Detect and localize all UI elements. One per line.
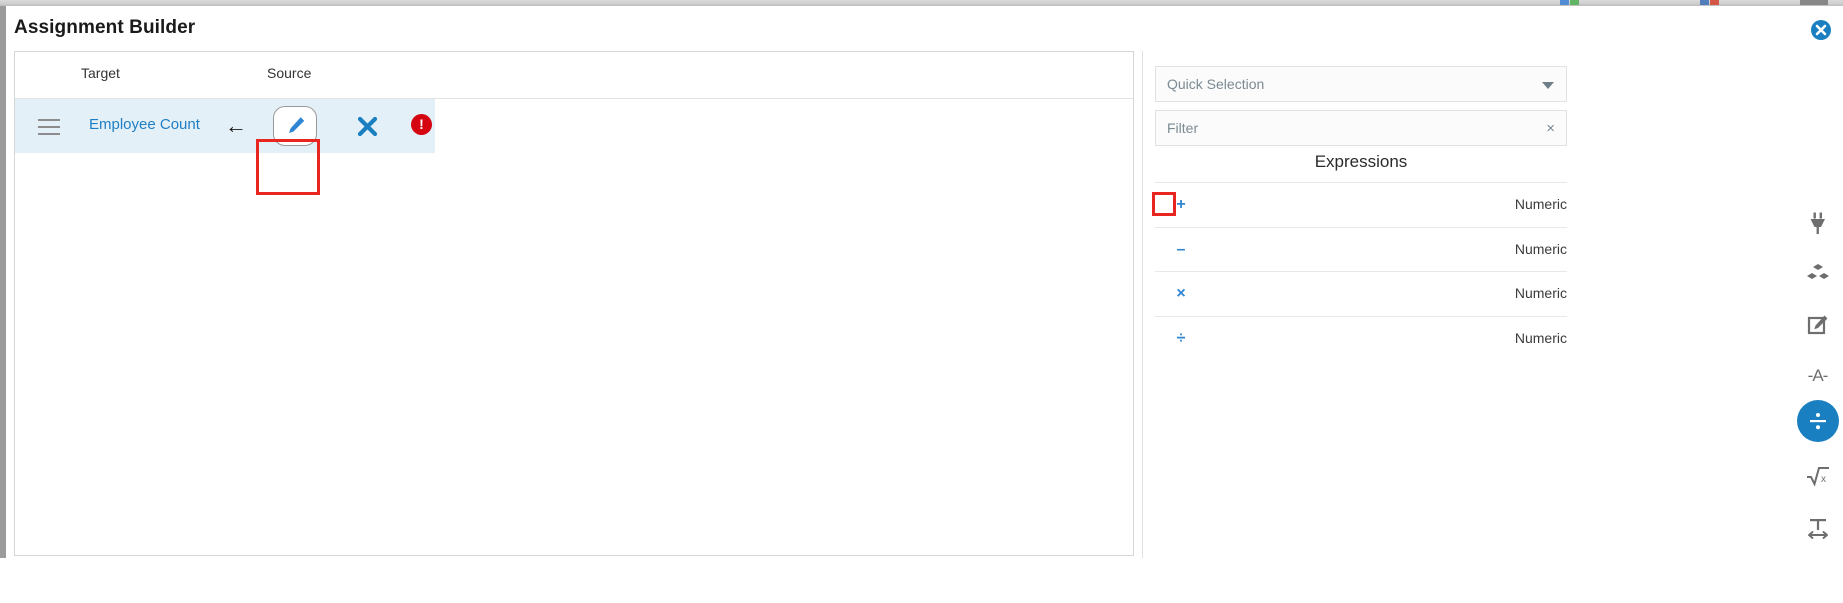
square-root-icon[interactable]: x xyxy=(1786,454,1843,498)
divide-icon xyxy=(1796,400,1839,442)
expression-type: Numeric xyxy=(1514,240,1567,257)
chrome-icon-fragment xyxy=(1560,0,1569,5)
error-exclamation-icon[interactable]: ! xyxy=(411,114,432,135)
mapping-header: Target Source xyxy=(15,52,1133,99)
expressions-side-panel: Quick Selection Filter × Expressions + N… xyxy=(1142,51,1787,558)
column-header-target: Target xyxy=(81,65,120,81)
chrome-text-fragment xyxy=(1800,0,1828,5)
target-field-link[interactable]: Employee Count xyxy=(89,116,200,133)
divide-icon: ÷ xyxy=(1176,329,1186,347)
edit-source-button[interactable] xyxy=(273,106,317,146)
clear-x-icon[interactable]: × xyxy=(1546,121,1555,136)
list-item[interactable]: × Numeric xyxy=(1155,271,1567,316)
plus-icon: + xyxy=(1176,196,1186,213)
svg-text:x: x xyxy=(1821,474,1826,485)
plug-icon[interactable] xyxy=(1786,202,1843,246)
table-row[interactable]: Employee Count ← ! xyxy=(15,99,435,153)
arrow-left-icon: ← xyxy=(225,113,247,138)
list-item[interactable]: + Numeric xyxy=(1155,182,1567,227)
text-a-icon[interactable]: -A- xyxy=(1786,354,1843,398)
filter-placeholder: Filter xyxy=(1167,120,1199,136)
chevron-down-icon[interactable] xyxy=(1542,82,1554,89)
list-item[interactable]: – Numeric xyxy=(1155,226,1567,272)
mapping-panel: Target Source Employee Count ← ! xyxy=(14,51,1134,556)
quick-selection-dropdown[interactable]: Quick Selection xyxy=(1155,66,1567,102)
expressions-list: + Numeric – Numeric × Numeric ÷ Numeric xyxy=(1155,182,1567,360)
close-circle-icon[interactable] xyxy=(1811,20,1831,40)
cubes-icon[interactable] xyxy=(1786,252,1843,296)
window-titlebar: Assignment Builder xyxy=(6,6,1843,51)
text-width-icon[interactable] xyxy=(1786,506,1843,550)
assignment-builder-window: Assignment Builder Target Source Employe… xyxy=(0,6,1843,603)
multiply-icon: × xyxy=(1176,285,1186,302)
expression-type: Numeric xyxy=(1514,329,1567,346)
text-a-label: -A- xyxy=(1807,366,1829,385)
error-symbol: ! xyxy=(419,116,424,132)
drag-handle-icon[interactable] xyxy=(38,119,60,135)
minus-icon: – xyxy=(1176,240,1186,258)
list-item[interactable]: ÷ Numeric xyxy=(1155,315,1567,361)
page-title: Assignment Builder xyxy=(14,17,196,38)
expression-type: Numeric xyxy=(1514,285,1567,301)
edit-square-icon[interactable] xyxy=(1786,303,1843,347)
quick-selection-placeholder: Quick Selection xyxy=(1167,76,1265,92)
main-content: Target Source Employee Count ← ! Quick S… xyxy=(6,51,1843,603)
expression-type: Numeric xyxy=(1514,196,1567,212)
chrome-icon-fragment xyxy=(1570,0,1579,5)
filter-input[interactable]: Filter × xyxy=(1155,110,1567,146)
chrome-icon-fragment xyxy=(1710,0,1719,5)
expressions-section-title: Expressions xyxy=(1314,152,1408,171)
function-category-rail: -A- x xyxy=(1786,96,1843,603)
remove-mapping-button[interactable] xyxy=(355,114,380,139)
divide-category-button[interactable] xyxy=(1786,399,1843,443)
column-header-source: Source xyxy=(267,65,312,81)
chrome-icon-fragment xyxy=(1700,0,1709,5)
